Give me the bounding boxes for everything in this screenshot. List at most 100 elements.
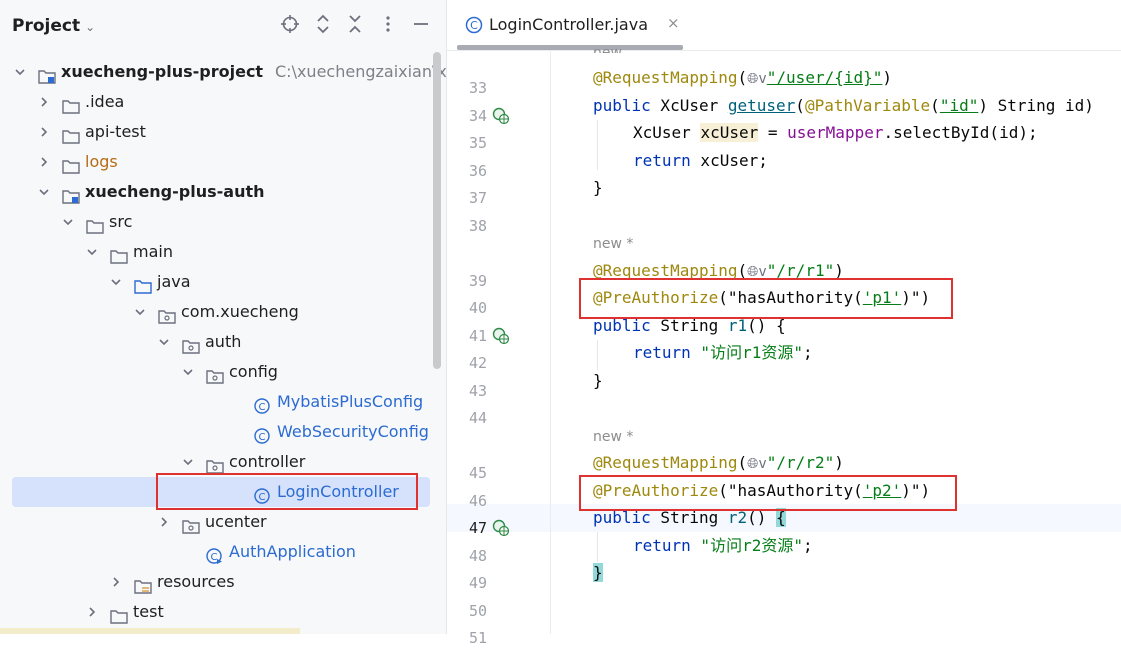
chevron-down-icon[interactable] xyxy=(158,327,170,360)
globe-icon[interactable]: 🌐︎ xyxy=(747,456,758,472)
chevron-right-icon[interactable] xyxy=(158,507,170,540)
line-number[interactable]: 50 xyxy=(447,601,487,621)
tree-item-test[interactable]: test xyxy=(0,597,440,627)
tree-item-label: com.xuecheng xyxy=(181,302,299,321)
tree-item-mybatisplusconfig[interactable]: C MybatisPlusConfig xyxy=(0,387,440,417)
line-number[interactable]: 43 xyxy=(447,381,487,401)
usage-hint[interactable]: new * xyxy=(593,234,633,254)
line-number[interactable]: 34 xyxy=(447,106,487,126)
expand-all-icon[interactable] xyxy=(311,14,335,38)
line-number[interactable]: 48 xyxy=(447,546,487,566)
code-line-35[interactable]: XcUser xcUser = userMapper.selectById(id… xyxy=(633,123,1038,143)
line-number[interactable]: 49 xyxy=(447,573,487,593)
line-number[interactable]: 47 xyxy=(447,518,487,538)
chevron-down-icon[interactable] xyxy=(182,357,194,390)
tree-item-xuecheng-plus-project[interactable]: xuecheng-plus-project C:\xuechengzaixian\… xyxy=(0,57,446,90)
chevron-down-icon[interactable]: v xyxy=(758,71,766,87)
close-icon[interactable]: × xyxy=(667,14,680,32)
tab-logincontroller[interactable]: C LoginController.java × xyxy=(457,0,683,50)
tree-item-java[interactable]: java xyxy=(0,267,440,297)
line-number[interactable]: 35 xyxy=(447,133,487,153)
tree-item-label: java xyxy=(157,272,191,291)
usage-hint[interactable]: new * xyxy=(593,427,633,447)
chevron-down-icon[interactable] xyxy=(110,267,122,300)
code-line-42[interactable]: return "访问r1资源"; xyxy=(633,343,813,363)
chevron-down-icon[interactable] xyxy=(14,57,26,90)
tree-item-config[interactable]: config xyxy=(0,357,440,387)
globe-icon[interactable]: 🌐︎ xyxy=(747,71,758,87)
web-endpoint-gutter-icon[interactable] xyxy=(492,327,510,345)
tree-item-authapplication[interactable]: C AuthApplication xyxy=(0,537,440,567)
chevron-right-icon[interactable] xyxy=(38,117,50,150)
line-number[interactable]: 46 xyxy=(447,491,487,511)
tab-label: LoginController.java xyxy=(489,15,649,34)
code-line-43[interactable]: } xyxy=(593,371,603,391)
tree-item--idea[interactable]: .idea xyxy=(0,87,440,117)
tree-item-logs[interactable]: logs xyxy=(0,147,440,177)
web-endpoint-gutter-icon[interactable] xyxy=(492,107,510,125)
project-tool-window: Project ⌄ xuecheng-plus-project C:\xuechen… xyxy=(0,0,447,634)
usage-hint[interactable]: new xyxy=(593,43,622,53)
line-number[interactable]: 42 xyxy=(447,353,487,373)
folder-icon xyxy=(62,124,80,144)
chevron-right-icon[interactable] xyxy=(86,597,98,630)
highlight-box-preauthorize-p2 xyxy=(579,475,957,511)
vertical-scrollbar[interactable] xyxy=(433,52,441,369)
tree-item-label: ucenter xyxy=(205,512,267,531)
tree-item-api-test[interactable]: api-test xyxy=(0,117,440,147)
package-icon xyxy=(206,454,224,474)
tree-item-xuecheng-plus-auth[interactable]: xuecheng-plus-auth xyxy=(0,177,440,207)
web-endpoint-gutter-icon[interactable] xyxy=(492,519,510,537)
folder-icon xyxy=(62,154,80,174)
code-line-37[interactable]: } xyxy=(593,178,603,198)
chevron-right-icon[interactable] xyxy=(38,147,50,180)
line-number[interactable]: 44 xyxy=(447,408,487,428)
code-line-49[interactable]: } xyxy=(593,563,603,583)
code-line-48[interactable]: return "访问r2资源"; xyxy=(633,536,813,556)
tree-item-ucenter[interactable]: ucenter xyxy=(0,507,440,537)
collapse-all-icon[interactable] xyxy=(343,14,367,38)
code-line-41[interactable]: public String r1() { xyxy=(593,316,786,336)
tree-item-label: resources xyxy=(157,572,235,591)
minimize-icon[interactable] xyxy=(409,14,433,38)
tree-item-resources[interactable]: resources xyxy=(0,567,440,597)
line-number[interactable]: 45 xyxy=(447,463,487,483)
code-line-34[interactable]: public XcUser getuser(@PathVariable("id"… xyxy=(593,96,1094,116)
svg-text:C: C xyxy=(211,552,218,563)
tree-item-com-xuecheng[interactable]: com.xuecheng xyxy=(0,297,440,327)
tree-item-label: main xyxy=(133,242,173,261)
code-line-45[interactable]: @RequestMapping(🌐︎v"/r/r2") xyxy=(593,453,844,474)
chevron-right-icon[interactable] xyxy=(110,567,122,600)
line-number[interactable]: 41 xyxy=(447,326,487,346)
package-icon xyxy=(182,334,200,354)
project-view-selector[interactable]: Project ⌄ xyxy=(12,16,95,36)
chevron-down-icon[interactable] xyxy=(86,237,98,270)
code-line-47[interactable]: public String r2() { xyxy=(593,508,786,528)
line-number[interactable]: 33 xyxy=(447,78,487,98)
line-number[interactable]: 51 xyxy=(447,628,487,648)
chevron-down-icon[interactable]: v xyxy=(758,456,766,472)
chevron-right-icon[interactable] xyxy=(38,87,50,120)
line-number[interactable]: 39 xyxy=(447,271,487,291)
code-line-36[interactable]: return xcUser; xyxy=(633,151,768,171)
crosshair-icon[interactable] xyxy=(278,14,302,38)
more-options-icon[interactable] xyxy=(376,14,400,38)
chevron-down-icon[interactable] xyxy=(134,297,146,330)
line-number[interactable]: 40 xyxy=(447,298,487,318)
tree-item-src[interactable]: src xyxy=(0,207,440,237)
line-number[interactable]: 38 xyxy=(447,216,487,236)
tree-item-label: config xyxy=(229,362,278,381)
code-line-33[interactable]: @RequestMapping(🌐︎v"/user/{id}") xyxy=(593,68,892,89)
spring-boot-app-icon: C xyxy=(206,544,222,564)
line-number[interactable]: 37 xyxy=(447,188,487,208)
tree-item-label: test xyxy=(133,602,164,621)
tree-item-websecurityconfig[interactable]: C WebSecurityConfig xyxy=(0,417,440,447)
tree-item-label: AuthApplication xyxy=(229,542,356,561)
chevron-down-icon[interactable] xyxy=(38,177,50,210)
tree-item-auth[interactable]: auth xyxy=(0,327,440,357)
horizontal-scrollbar[interactable] xyxy=(0,628,300,634)
chevron-down-icon[interactable] xyxy=(62,207,74,240)
line-number[interactable]: 36 xyxy=(447,161,487,181)
folder-icon xyxy=(86,214,104,234)
tree-item-main[interactable]: main xyxy=(0,237,440,267)
